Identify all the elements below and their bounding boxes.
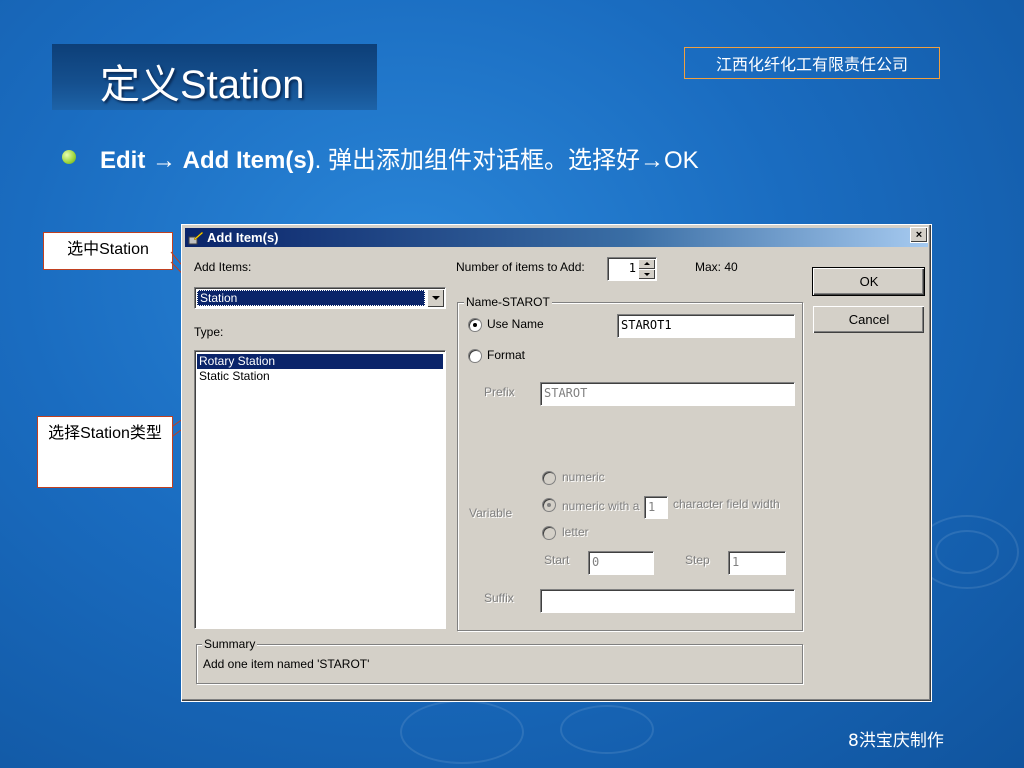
arrow-down-icon — [644, 273, 650, 276]
step-label: Step — [685, 553, 710, 567]
arrow-up-icon — [644, 262, 650, 265]
bullet-edit: Edit — [100, 147, 146, 174]
callout-choose-type: 选择Station类型 — [37, 416, 173, 488]
list-item-rotary-station[interactable]: Rotary Station — [197, 354, 443, 369]
dialog-title: Add Item(s) — [207, 230, 279, 245]
spin-down-button[interactable] — [638, 269, 655, 279]
number-value: 1 — [628, 261, 636, 275]
prefix-input[interactable]: STAROT — [540, 382, 795, 406]
number-input[interactable]: 1 — [607, 257, 657, 281]
close-button[interactable]: × — [910, 227, 928, 243]
use-name-value: STAROT1 — [621, 318, 672, 332]
dialog-titlebar[interactable]: Add Item(s) — [185, 228, 928, 247]
callout-select-station: 选中Station — [43, 232, 173, 270]
suffix-label: Suffix — [484, 591, 514, 605]
ripple-decoration — [400, 700, 524, 764]
add-items-combobox[interactable]: Station — [194, 287, 446, 309]
field-width-value: 1 — [648, 500, 656, 514]
type-listbox[interactable]: Rotary Station Static Station — [194, 350, 446, 629]
number-label: Number of items to Add: — [456, 260, 585, 274]
list-item-static-station[interactable]: Static Station — [197, 369, 443, 384]
prefix-value: STAROT — [544, 386, 588, 400]
char-width-label: character field width — [673, 497, 780, 511]
bullet-add-items: Add Item(s) — [182, 147, 315, 174]
use-name-radio[interactable] — [468, 318, 482, 332]
numeric-radio[interactable] — [542, 471, 556, 485]
add-items-label: Add Items: — [194, 260, 252, 274]
bullet-text: Edit → Add Item(s). 弹出添加组件对话框。选择好→OK — [100, 140, 699, 175]
use-name-label: Use Name — [487, 317, 544, 331]
summary-text: Add one item named 'STAROT' — [203, 657, 370, 671]
footer-text: 8洪宝庆制作 — [848, 731, 944, 751]
prefix-label: Prefix — [484, 385, 515, 399]
slide-title: 定义Station — [100, 63, 305, 107]
format-label: Format — [487, 348, 526, 362]
start-value: 0 — [592, 555, 600, 569]
numeric-width-label: numeric with a — [562, 499, 640, 513]
numeric-width-radio[interactable] — [542, 498, 556, 512]
bullet-arrow: → — [152, 147, 176, 174]
name-group-title: Name-STAROT — [464, 295, 552, 309]
letter-radio[interactable] — [542, 526, 556, 540]
type-label: Type: — [194, 325, 224, 339]
max-label: Max: 40 — [695, 260, 738, 274]
use-name-input[interactable]: STAROT1 — [617, 314, 795, 338]
format-radio[interactable] — [468, 349, 482, 363]
variable-label: Variable — [469, 506, 513, 520]
numeric-label: numeric — [562, 470, 605, 484]
bullet-arrow2: → — [640, 147, 665, 174]
step-value: 1 — [732, 555, 740, 569]
bullet-icon — [62, 150, 76, 164]
bullet-desc: 弹出添加组件对话框。选择好 — [321, 147, 641, 174]
dialog-app-icon — [188, 231, 204, 244]
suffix-input[interactable] — [540, 589, 795, 613]
start-label: Start — [544, 553, 570, 567]
dropdown-button[interactable] — [427, 289, 444, 307]
summary-title: Summary — [202, 637, 258, 651]
bullet-ok: OK — [664, 147, 699, 174]
ok-button[interactable]: OK — [812, 267, 925, 296]
field-width-input[interactable]: 1 — [644, 496, 668, 519]
cancel-button[interactable]: Cancel — [813, 306, 924, 333]
add-items-selected: Station — [197, 290, 425, 306]
company-name: 江西化纤化工有限责任公司 — [684, 47, 940, 79]
start-input[interactable]: 0 — [588, 551, 654, 575]
ripple-decoration — [560, 705, 654, 754]
step-input[interactable]: 1 — [728, 551, 786, 575]
letter-label: letter — [562, 525, 589, 539]
add-items-dialog: Add Item(s) × Add Items: Station Type: R… — [181, 224, 932, 702]
chevron-down-icon — [432, 296, 440, 300]
spin-up-button[interactable] — [638, 259, 655, 269]
